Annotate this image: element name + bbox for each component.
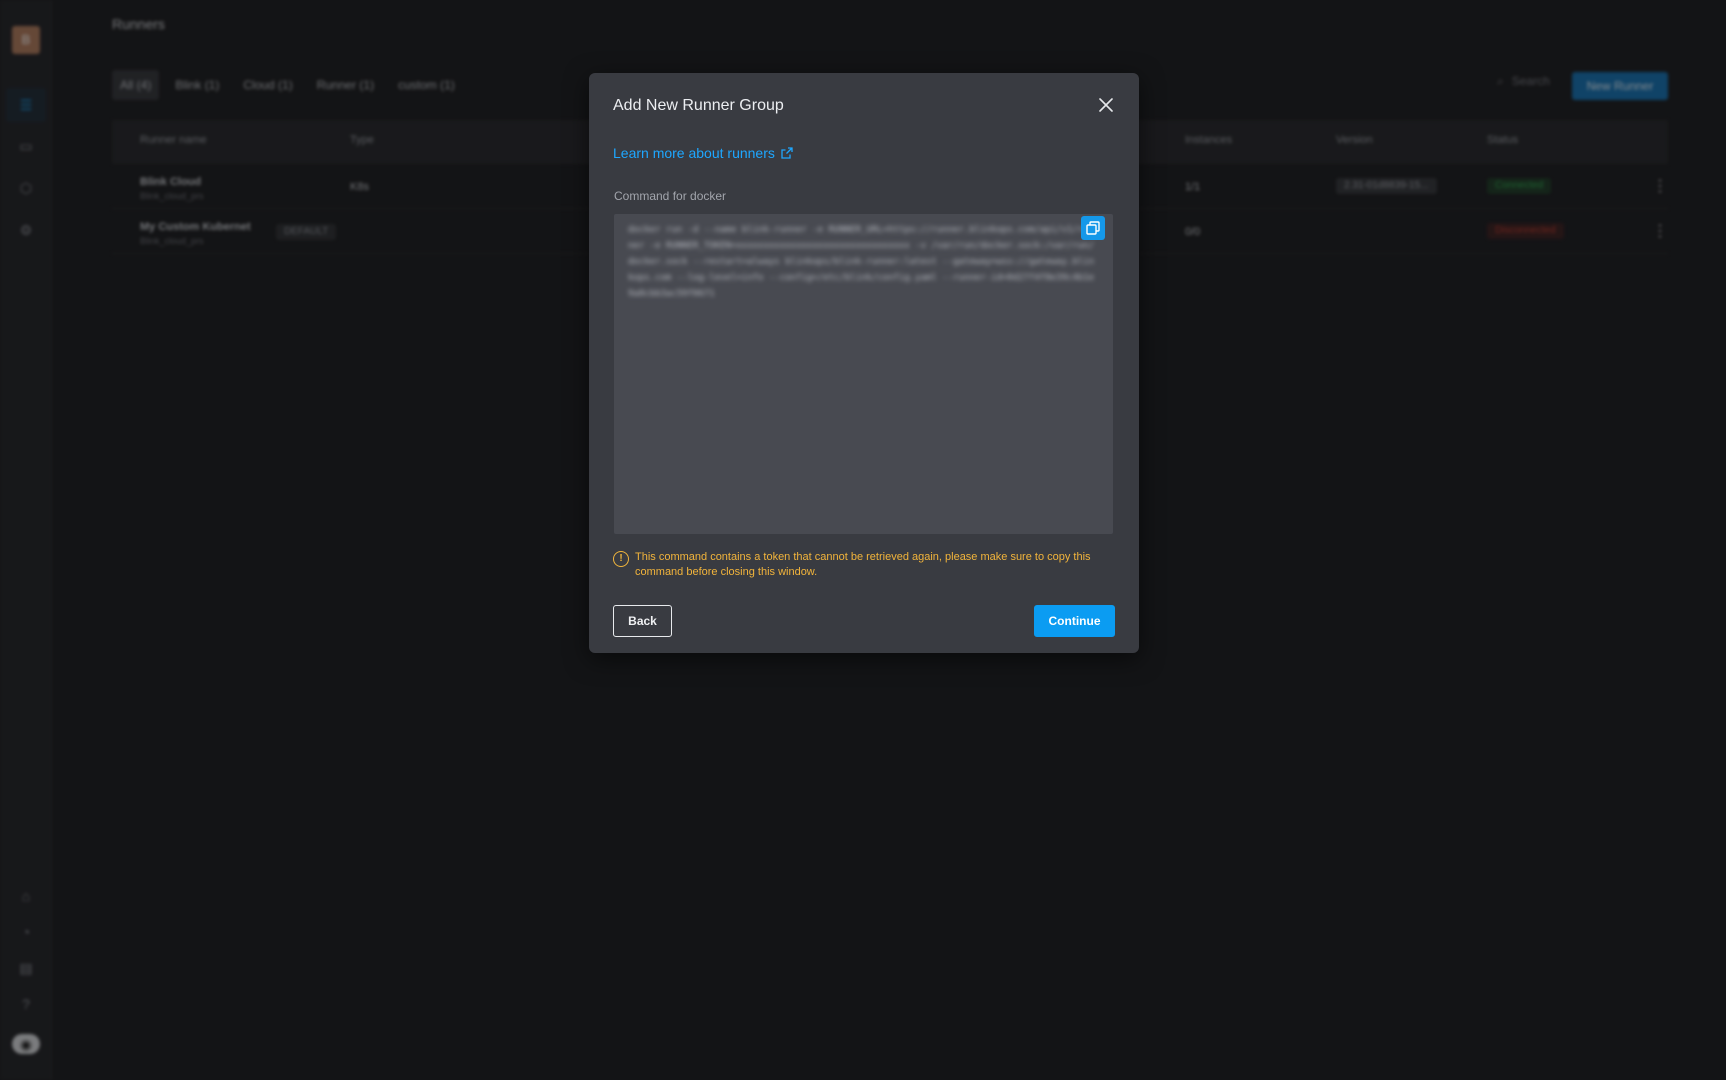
- token-warning: ! This command contains a token that can…: [613, 550, 1113, 580]
- warning-icon: !: [613, 551, 629, 567]
- command-field-label: Command for docker: [614, 189, 727, 203]
- external-link-icon: [781, 147, 793, 159]
- continue-button[interactable]: Continue: [1034, 605, 1115, 637]
- learn-more-link[interactable]: Learn more about runners: [613, 145, 793, 161]
- close-icon[interactable]: [1095, 95, 1117, 117]
- copy-icon: [1086, 221, 1100, 235]
- learn-more-label: Learn more about runners: [613, 145, 775, 161]
- warning-text: This command contains a token that canno…: [635, 551, 1091, 578]
- back-button[interactable]: Back: [613, 605, 672, 637]
- dialog-title: Add New Runner Group: [613, 97, 784, 114]
- command-text: docker run -d --name blink-runner -e RUN…: [628, 225, 1094, 299]
- copy-button[interactable]: [1081, 216, 1105, 240]
- add-runner-group-dialog: Add New Runner Group Learn more about ru…: [589, 73, 1139, 653]
- command-textarea[interactable]: docker run -d --name blink-runner -e RUN…: [614, 214, 1113, 534]
